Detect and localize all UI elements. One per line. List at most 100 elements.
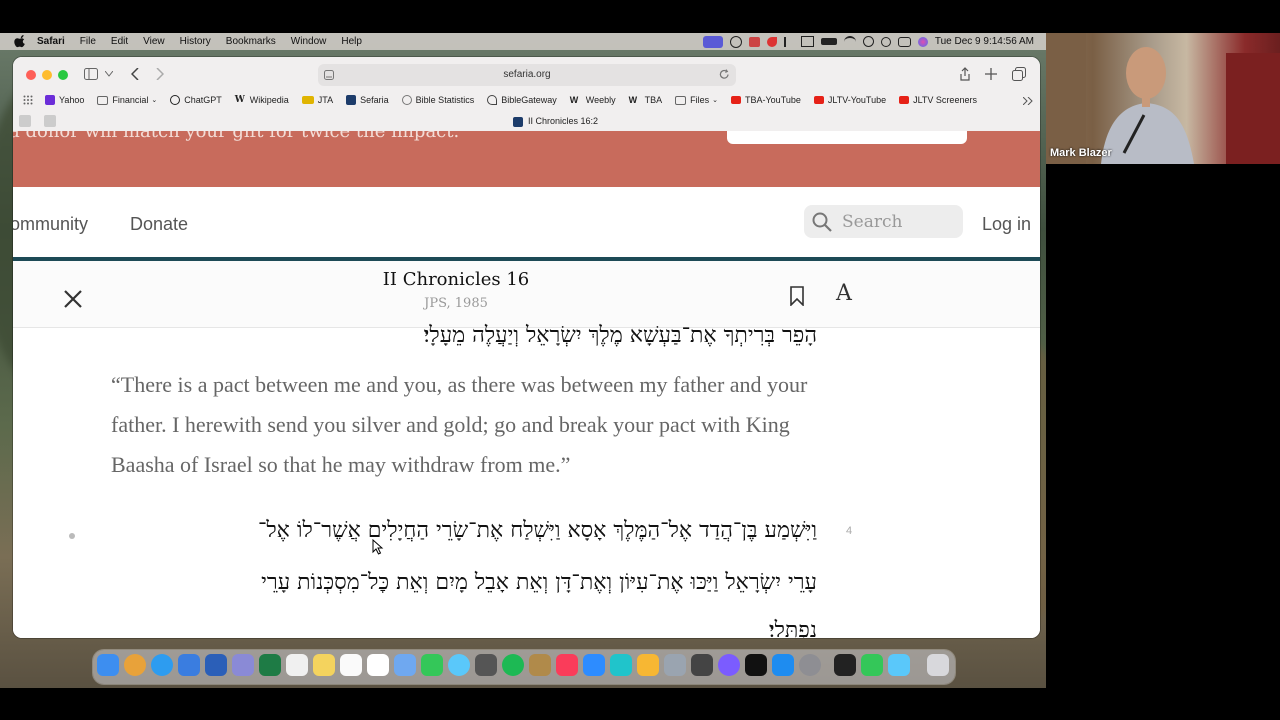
apple-menu-icon[interactable] (14, 35, 27, 48)
input-source-icon[interactable] (800, 36, 814, 47)
english-verse-3[interactable]: “There is a pact between me and you, as … (111, 365, 831, 485)
menubar-clock[interactable]: Tue Dec 9 9:14:56 AM (935, 36, 1034, 47)
zoom-window-button[interactable] (58, 70, 68, 80)
version-title[interactable]: JPS, 1985 (13, 296, 899, 311)
apps-grid-icon[interactable] (23, 95, 33, 105)
finder-icon[interactable] (97, 654, 119, 676)
pencil-app-icon[interactable] (232, 654, 254, 676)
bookmark-sefaria[interactable]: Sefaria (346, 95, 389, 105)
bookmark-folder-files[interactable]: Files ⌄ (675, 95, 718, 105)
safari-icon[interactable] (151, 654, 173, 676)
canva-icon[interactable] (610, 654, 632, 676)
word-icon[interactable] (205, 654, 227, 676)
notebook-icon[interactable] (529, 654, 551, 676)
maps-icon[interactable] (394, 654, 416, 676)
siri-icon[interactable] (917, 36, 928, 47)
bookmark-jltv-screeners[interactable]: JLTV Screeners (899, 95, 977, 105)
hebrew-verse-4-line2[interactable]: עָרֵי יִשְׂרָאֵל וַיַּכּוּ אֶת־עִיּוֹן ו… (261, 569, 817, 595)
trash-icon[interactable] (927, 654, 949, 676)
app-store-icon[interactable] (772, 654, 794, 676)
photo-booth-icon[interactable] (691, 654, 713, 676)
bookmark-biblegateway[interactable]: BibleGateway (487, 95, 557, 105)
book-title[interactable]: II Chronicles 16 (13, 269, 899, 290)
textedit-icon[interactable] (286, 654, 308, 676)
share-icon[interactable] (959, 67, 971, 81)
menu-history[interactable]: History (180, 36, 211, 47)
photos-icon[interactable] (637, 654, 659, 676)
bookmark-jltv-youtube[interactable]: JLTV-YouTube (813, 95, 886, 105)
hebrew-verse-4-line1[interactable]: וַיִּשְׁמַע בֶּן־הֲדַד אֶל־הַמֶּלֶךְ אָס… (258, 517, 817, 543)
messenger-icon[interactable] (718, 654, 740, 676)
active-tab-title[interactable]: II Chronicles 16:2 (528, 116, 598, 126)
bookmark-bible-statistics[interactable]: Bible Statistics (401, 95, 474, 105)
menu-file[interactable]: File (80, 36, 96, 47)
spotify-icon[interactable] (502, 654, 524, 676)
menu-app-name[interactable]: Safari (37, 36, 65, 47)
nav-donate[interactable]: Donate (130, 214, 188, 235)
url-text[interactable]: sefaria.org (318, 69, 736, 80)
menu-help[interactable]: Help (341, 36, 362, 47)
reload-icon[interactable] (719, 69, 730, 80)
bookmark-chatgpt[interactable]: ChatGPT (170, 95, 222, 105)
bookmark-icon[interactable] (790, 286, 804, 306)
bookmark-tba-youtube[interactable]: TBA-YouTube (731, 95, 801, 105)
printer-icon[interactable] (748, 36, 760, 47)
bird-icon[interactable] (766, 36, 777, 47)
banner-button[interactable] (727, 131, 967, 144)
back-arrow-icon[interactable] (131, 68, 139, 80)
clock-icon[interactable] (862, 36, 874, 47)
music-icon[interactable] (556, 654, 578, 676)
video-player-icon[interactable] (834, 654, 856, 676)
bookmark-folder-financial[interactable]: Financial ⌄ (97, 95, 157, 105)
pinned-tab-gmail-icon[interactable] (19, 115, 31, 127)
creative-cloud-icon[interactable] (729, 35, 742, 48)
menu-window[interactable]: Window (291, 36, 327, 47)
search-input[interactable]: Search (804, 205, 963, 238)
zoom-icon[interactable] (583, 654, 605, 676)
verse-number[interactable]: 4 (846, 525, 852, 537)
calendar-icon[interactable] (367, 654, 389, 676)
sidebar-toggle-icon[interactable] (84, 68, 98, 80)
bookmark-yahoo[interactable]: Yahoo (45, 95, 84, 105)
wifi-icon[interactable] (843, 35, 856, 48)
nav-community[interactable]: ommunity (13, 214, 88, 235)
system-settings-icon[interactable] (799, 654, 821, 676)
address-bar[interactable]: sefaria.org (318, 64, 736, 86)
preview-icon[interactable] (664, 654, 686, 676)
excel-icon[interactable] (259, 654, 281, 676)
calculator-icon[interactable] (475, 654, 497, 676)
search-icon[interactable] (880, 36, 891, 47)
screen-share-app-icon[interactable] (888, 654, 910, 676)
bookmark-tba[interactable]: W TBA (629, 95, 663, 105)
messages-icon[interactable] (421, 654, 443, 676)
minimize-window-button[interactable] (42, 70, 52, 80)
bookmark-wikipedia[interactable]: W Wikipedia (235, 95, 289, 105)
tab-overview-icon[interactable] (1012, 67, 1026, 81)
text-settings-icon[interactable]: A (836, 281, 852, 306)
bookmark-weebly[interactable]: W Weebly (570, 95, 616, 105)
chrome-icon[interactable] (124, 654, 146, 676)
bookmark-jta[interactable]: JTA (301, 95, 333, 105)
mic-muted-icon[interactable] (783, 36, 794, 47)
login-link[interactable]: Log in (982, 214, 1031, 235)
forward-arrow-icon[interactable] (156, 68, 164, 80)
apple-tv-icon[interactable] (745, 654, 767, 676)
close-window-button[interactable] (26, 70, 36, 80)
menu-bookmarks[interactable]: Bookmarks (226, 36, 276, 47)
more-bookmarks-icon[interactable] (1023, 97, 1033, 105)
battery-icon[interactable] (820, 38, 837, 45)
screen-share-icon[interactable] (702, 35, 723, 48)
notes-icon[interactable] (313, 654, 335, 676)
chevron-down-icon[interactable] (105, 71, 113, 77)
reminders-icon[interactable] (340, 654, 362, 676)
menu-edit[interactable]: Edit (111, 36, 128, 47)
cloud-app-icon[interactable] (448, 654, 470, 676)
menu-view[interactable]: View (143, 36, 165, 47)
pinned-tab-t-icon[interactable] (44, 115, 56, 127)
new-tab-icon[interactable] (985, 68, 997, 80)
hebrew-verse-3-end[interactable]: הָפֵר בְּרִיתְךָ אֶת־בַּעְשָׁא מֶלֶךְ יִ… (424, 322, 817, 348)
facetime-icon[interactable] (861, 654, 883, 676)
mail-icon[interactable] (178, 654, 200, 676)
control-center-icon[interactable] (897, 36, 911, 47)
hebrew-verse-4-line3[interactable]: נַפְתָּלִי׃ (769, 617, 817, 638)
